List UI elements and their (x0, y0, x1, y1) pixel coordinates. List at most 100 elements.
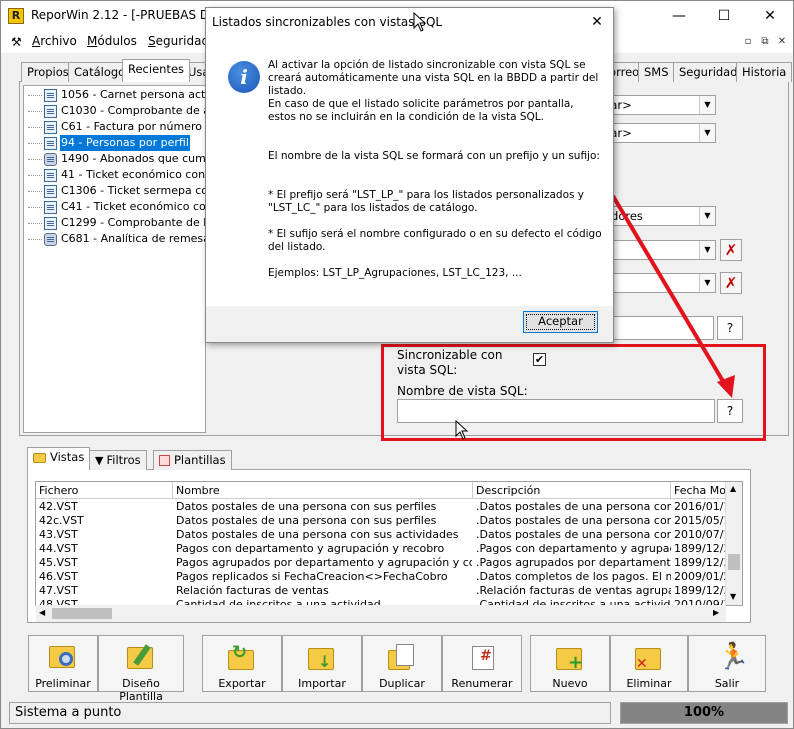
document-icon (44, 168, 57, 182)
import-icon: ↓ (306, 642, 338, 672)
dialog-title-bar[interactable]: Listados sincronizables con vistas SQL ✕ (206, 8, 613, 36)
chevron-down-icon: ▼ (699, 207, 715, 225)
table-cell: 42.VST (39, 500, 78, 513)
table-cell: .Pagos agrupados por departamento ... (476, 556, 671, 569)
importar-button[interactable]: ↓ Importar (282, 635, 362, 692)
col-header-nombre[interactable]: Nombre (173, 482, 473, 499)
scroll-down-icon[interactable]: ▼ (730, 592, 736, 601)
tree-item[interactable]: 41 - Ticket económico con IVA (24, 167, 205, 183)
database-icon (44, 152, 57, 166)
tree-item[interactable]: 1056 - Carnet persona actual - (24, 87, 205, 103)
tree-item[interactable]: C1299 - Comprobante de baja (24, 215, 205, 231)
tree-item[interactable]: C41 - Ticket económico con IV (24, 199, 205, 215)
diseno-plantilla-button[interactable]: Diseño Plantilla (98, 635, 184, 703)
export-icon: ↻ (226, 642, 258, 672)
nuevo-button[interactable]: + Nuevo (530, 635, 610, 692)
table-cell: 45.VST (39, 556, 78, 569)
table-cell: 46.VST (39, 570, 78, 583)
scroll-up-icon[interactable]: ▲ (730, 484, 736, 493)
document-icon (44, 136, 57, 150)
table-cell: 44.VST (39, 542, 78, 555)
tree-item[interactable]: C1306 - Ticket sermepa con iv (24, 183, 205, 199)
chevron-down-icon: ▼ (699, 124, 715, 142)
col-header-fichero[interactable]: Fichero (36, 482, 173, 499)
clear-combo-4-button[interactable]: ✗ (720, 239, 742, 261)
duplicate-icon (386, 642, 418, 672)
dialog-close-button[interactable]: ✕ (584, 10, 610, 34)
dialog-title: Listados sincronizables con vistas SQL (212, 15, 443, 29)
maximize-button[interactable]: ☐ (701, 1, 747, 31)
help-button-upper[interactable]: ? (717, 316, 743, 340)
grid-horizontal-scrollbar[interactable]: ◀ ▶ (36, 605, 726, 622)
combo-2[interactable]: car> ▼ (601, 123, 716, 143)
document-icon (44, 120, 57, 134)
tree-item[interactable]: C681 - Analítica de remesa: or (24, 231, 205, 247)
table-cell: .Pagos con departamento y agrupaci... (476, 542, 671, 555)
mdi-close-icon[interactable]: ✕ (775, 35, 789, 49)
table-row[interactable]: 43.VST Datos postales de una persona con … (36, 528, 736, 542)
accept-button[interactable]: Aceptar (523, 311, 598, 333)
help-button[interactable]: ? (717, 399, 743, 423)
tree-item[interactable]: C61 - Factura por número de fa (24, 119, 205, 135)
table-cell: Datos postales de una persona con sus pe… (176, 500, 437, 513)
tab-propios[interactable]: Propios (21, 62, 75, 82)
document-icon (44, 216, 57, 230)
tree-item-selected[interactable]: 94 - Personas por perfil (24, 135, 205, 151)
tab-recientes[interactable]: Recientes (122, 59, 191, 82)
menu-modulos[interactable]: Módulos (87, 34, 137, 48)
progress-text: 100% (683, 705, 725, 720)
minimize-button[interactable]: — (656, 1, 702, 31)
template-icon (159, 455, 170, 466)
scroll-thumb[interactable] (728, 554, 740, 570)
combo-3[interactable]: adores ▼ (601, 206, 716, 226)
document-icon (44, 200, 57, 214)
tab-seguridad[interactable]: Seguridad (673, 62, 744, 82)
table-row[interactable]: 42.VST Datos postales de una persona con … (36, 500, 736, 514)
tab-vistas[interactable]: Vistas (27, 447, 91, 470)
renumerar-button[interactable]: # Renumerar (442, 635, 522, 692)
mdi-restore-icon[interactable]: ⧉ (758, 35, 772, 49)
col-header-fecha[interactable]: Fecha Mo (671, 482, 731, 499)
tab-plantillas[interactable]: Plantillas (153, 450, 232, 470)
table-cell: .Datos postales de una persona con s... (476, 500, 671, 513)
mouse-cursor-icon (413, 12, 427, 32)
upper-text-field[interactable] (601, 316, 714, 340)
table-row[interactable]: 42c.VST Datos postales de una persona con… (36, 514, 736, 528)
menu-seguridad[interactable]: Seguridad (148, 34, 209, 48)
exportar-button[interactable]: ↻ Exportar (202, 635, 282, 692)
recent-reports-tree[interactable]: 1056 - Carnet persona actual - C1030 - C… (23, 85, 206, 433)
eliminar-button[interactable]: ✕ Eliminar (610, 635, 688, 692)
close-button[interactable]: ✕ (747, 1, 793, 31)
table-cell: Pagos agrupados por departamento y agrup… (176, 556, 472, 569)
salir-button[interactable]: 🏃 Salir (688, 635, 766, 692)
combo-1[interactable]: car> ▼ (601, 95, 716, 115)
grid-vertical-scrollbar[interactable]: ▲ ▼ (725, 482, 742, 605)
views-grid[interactable]: Fichero Nombre Descripción Fecha Mo 42.V… (35, 481, 743, 606)
combo-4[interactable]: ▼ (601, 240, 716, 260)
document-icon (44, 104, 57, 118)
tab-historia[interactable]: Historia (736, 62, 793, 82)
scroll-left-icon[interactable]: ◀ (39, 608, 45, 617)
chevron-down-icon: ▼ (699, 96, 715, 114)
mdi-child-icon[interactable]: ⚒ (11, 35, 27, 49)
dialog-body: i Al activar la opción de listado sincro… (206, 36, 613, 306)
table-row[interactable]: 46.VST Pagos replicados si FechaCreacion<… (36, 570, 736, 584)
scroll-right-icon[interactable]: ▶ (713, 608, 719, 617)
dialog-message-6: Ejemplos: LST_LP_Agrupaciones, LST_LC_12… (268, 267, 522, 279)
hscroll-thumb[interactable] (52, 608, 112, 619)
preliminar-button[interactable]: Preliminar (28, 635, 98, 692)
table-row[interactable]: 44.VST Pagos con departamento y agrupació… (36, 542, 736, 556)
clear-combo-5-button[interactable]: ✗ (720, 272, 742, 294)
combo-5[interactable]: ▼ (601, 273, 716, 293)
table-cell: Datos postales de una persona con sus ac… (176, 528, 459, 541)
tab-sms[interactable]: SMS (638, 62, 675, 82)
table-row[interactable]: 47.VST Relación facturas de ventas .Relaci… (36, 584, 736, 598)
duplicar-button[interactable]: Duplicar (362, 635, 442, 692)
mdi-minimize-icon[interactable]: ▫ (741, 35, 755, 49)
tree-item[interactable]: 1490 - Abonados que cumplen (24, 151, 205, 167)
col-header-descripcion[interactable]: Descripción (473, 482, 671, 499)
menu-archivo[interactable]: Archivo (32, 34, 77, 48)
tree-item[interactable]: C1030 - Comprobante de alta a (24, 103, 205, 119)
table-row[interactable]: 45.VST Pagos agrupados por departamento y… (36, 556, 736, 570)
tab-filtros[interactable]: ▼ Filtros (89, 450, 147, 470)
